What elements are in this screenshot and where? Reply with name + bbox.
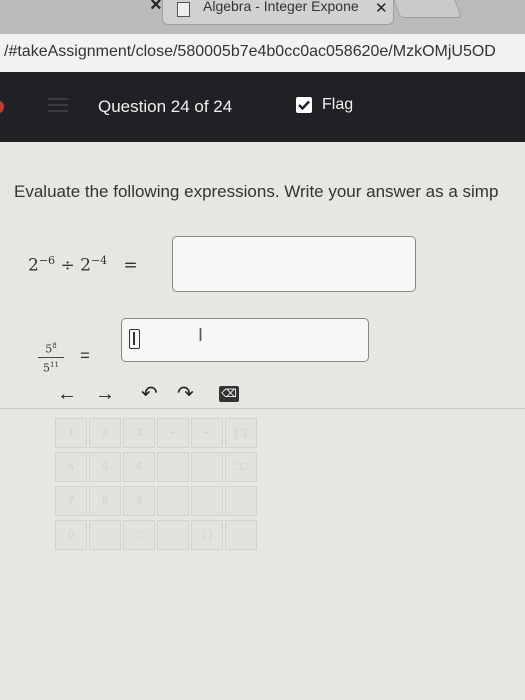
keypad-key[interactable]: 3 — [123, 418, 155, 448]
menu-icon[interactable] — [48, 98, 68, 116]
keypad-key[interactable] — [157, 452, 189, 482]
assignment-header: Question 24 of 24 Flag — [0, 72, 525, 142]
answer-input-2[interactable]: I — [121, 318, 369, 362]
tab-close-icon[interactable]: ✕ — [375, 0, 388, 17]
keypad-key[interactable]: 6 — [123, 452, 155, 482]
keypad-key[interactable] — [157, 486, 189, 516]
denominator: 511 — [43, 360, 59, 375]
keypad-key[interactable]: 8 — [89, 486, 121, 516]
new-tab-button[interactable] — [389, 0, 463, 18]
exponent: −4 — [90, 254, 108, 267]
close-icon[interactable]: × — [150, 0, 162, 17]
divide-operator: ÷ — [60, 255, 75, 276]
equals-sign: = — [80, 346, 90, 365]
nav-button[interactable] — [0, 100, 4, 114]
divider — [0, 408, 525, 409]
keypad-key[interactable] — [225, 486, 257, 516]
question-instructions: Evaluate the following expressions. Writ… — [14, 182, 499, 201]
redo-icon[interactable]: ↷ — [177, 384, 194, 404]
base: 2 — [28, 255, 39, 276]
browser-tab-strip: × Algebra - Integer Expone ✕ — [0, 0, 525, 34]
left-arrow-icon[interactable]: ← — [57, 384, 77, 404]
keypad-key[interactable]: 0 — [55, 520, 87, 550]
exponent: −6 — [38, 254, 56, 267]
keypad-key[interactable]: 4 — [55, 452, 87, 482]
question-content: Evaluate the following expressions. Writ… — [0, 142, 525, 700]
math-toolbar: ← → ↶ ↷ ⌫ — [55, 384, 465, 406]
checkbox-checked-icon[interactable] — [296, 97, 312, 113]
fraction-bar — [38, 356, 64, 358]
keypad-key[interactable]: . — [89, 520, 121, 550]
math-keypad: 1 2 3 + − [□] 4 5 6 □□ 7 8 9 0 . □ ( ) — [55, 418, 295, 558]
keypad-key[interactable]: 9 — [123, 486, 155, 516]
base: 2 — [80, 255, 91, 276]
text-cursor-icon: I — [198, 325, 204, 345]
keypad-key[interactable] — [191, 486, 223, 516]
address-bar[interactable]: /#takeAssignment/close/580005b7e4b0cc0ac… — [0, 34, 525, 73]
answer-input-1[interactable] — [172, 236, 416, 292]
expression-1: 2−6 ÷ 2−4 = — [28, 254, 138, 276]
flag-toggle[interactable]: Flag — [296, 96, 353, 114]
keypad-key[interactable]: □□ — [225, 452, 257, 482]
fraction-expression: 58 511 — [38, 340, 64, 374]
keypad-key[interactable]: + — [157, 418, 189, 448]
keypad-key[interactable]: ( ) — [191, 520, 223, 550]
undo-icon[interactable]: ↶ — [141, 384, 158, 404]
question-counter: Question 24 of 24 — [98, 97, 233, 116]
flag-label: Flag — [322, 96, 354, 113]
keypad-key[interactable]: 5 — [89, 452, 121, 482]
equals-sign: = — [123, 255, 138, 276]
keypad-key[interactable]: □ — [123, 520, 155, 550]
keypad-key[interactable] — [225, 520, 257, 550]
keypad-key[interactable]: 7 — [55, 486, 87, 516]
browser-tab[interactable]: Algebra - Integer Expone ✕ — [162, 0, 394, 25]
cursor-placeholder-icon — [129, 329, 140, 349]
keypad-key[interactable]: 1 — [55, 418, 87, 448]
keypad-key[interactable] — [191, 452, 223, 482]
numerator: 58 — [45, 342, 57, 356]
keypad-key[interactable]: [□] — [225, 418, 257, 448]
right-arrow-icon[interactable]: → — [95, 384, 115, 404]
keypad-key[interactable]: − — [191, 418, 223, 448]
keypad-key[interactable]: 2 — [89, 418, 121, 448]
keypad-key[interactable] — [157, 520, 189, 550]
url-text[interactable]: /#takeAssignment/close/580005b7e4b0cc0ac… — [4, 43, 496, 61]
page-icon — [177, 2, 190, 17]
tab-title: Algebra - Integer Expone — [203, 0, 359, 14]
backspace-icon[interactable]: ⌫ — [219, 386, 239, 402]
